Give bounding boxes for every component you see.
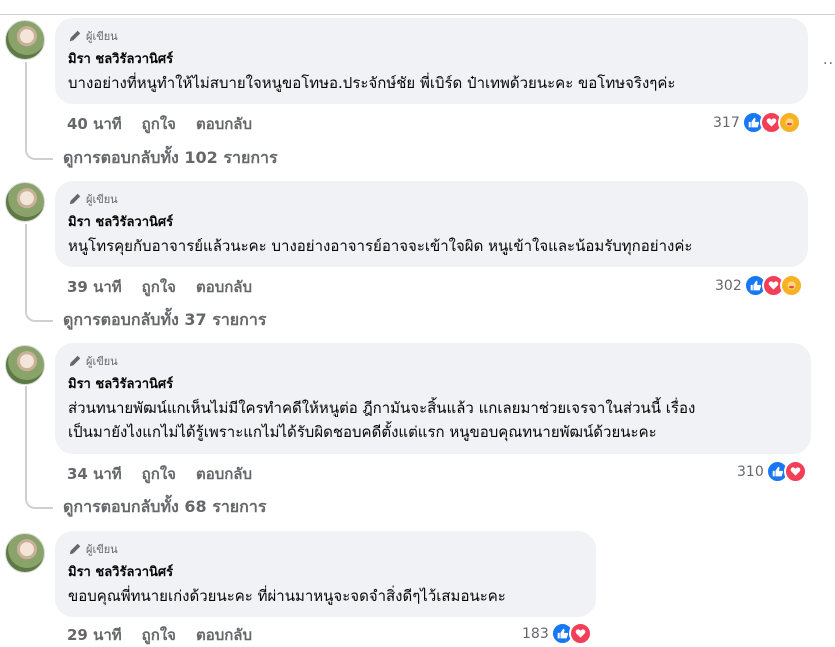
comment-text: ขอบคุณพี่ทนายเก่งด้วยนะคะ ที่ผ่านมาหนูจะ… xyxy=(68,584,506,608)
comment-text: บางอย่างที่หนูทำให้ไม่สบายใจหนูขอโทษอ.ปร… xyxy=(68,71,675,95)
thread-line xyxy=(25,62,27,146)
reaction-summary[interactable]: 302 xyxy=(715,274,803,297)
reaction-count: 302 xyxy=(715,277,742,294)
timestamp[interactable]: 40 นาที xyxy=(67,112,122,136)
author-badge-label: ผู้เขียน xyxy=(86,193,118,206)
timestamp[interactable]: 29 นาที xyxy=(67,623,122,647)
comment-line: ขอบคุณพี่ทนายเก่งด้วยนะคะ ที่ผ่านมาหนูจะ… xyxy=(68,587,506,605)
avatar[interactable] xyxy=(5,533,45,573)
avatar[interactable] xyxy=(5,20,45,60)
author-badge-label: ผู้เขียน xyxy=(86,543,118,556)
more-options-icon[interactable]: ... xyxy=(823,52,835,68)
comment-bubble: ผู้เขียน มิรา ชลวิรัลวานิศร์ ขอบคุณพี่ทน… xyxy=(55,531,596,617)
avatar[interactable] xyxy=(5,345,45,385)
comment-bubble: ผู้เขียน มิรา ชลวิรัลวานิศร์ ส่วนทนายพัฒ… xyxy=(55,343,811,454)
comment-text: ส่วนทนายพัฒน์แกเห็นไม่มีใครทำคดีให้หนูต่… xyxy=(68,396,695,444)
view-replies-link[interactable]: ดูการตอบกลับทั้ง 37 รายการ xyxy=(63,308,266,333)
timestamp[interactable]: 34 นาที xyxy=(67,462,122,486)
thread-elbow xyxy=(25,308,53,322)
author-name[interactable]: มิรา ชลวิรัลวานิศร์ xyxy=(68,373,173,394)
reply-button[interactable]: ตอบกลับ xyxy=(196,623,252,647)
timestamp[interactable]: 39 นาที xyxy=(67,275,122,299)
like-button[interactable]: ถูกใจ xyxy=(142,275,176,299)
comment-line: เป็นมายังไงแกไม่ได้รู้เพราะแกไม่ได้รับผิ… xyxy=(68,423,657,441)
like-button[interactable]: ถูกใจ xyxy=(142,462,176,486)
author-name[interactable]: มิรา ชลวิรัลวานิศร์ xyxy=(68,561,173,582)
pencil-icon xyxy=(69,543,81,555)
like-button[interactable]: ถูกใจ xyxy=(142,112,176,136)
avatar[interactable] xyxy=(5,182,45,222)
view-replies-link[interactable]: ดูการตอบกลับทั้ง 102 รายการ xyxy=(63,146,278,171)
pencil-icon xyxy=(69,30,81,42)
comment-line: บางอย่างที่หนูทำให้ไม่สบายใจหนูขอโทษอ.ปร… xyxy=(68,74,676,92)
reaction-summary[interactable]: 317 xyxy=(713,111,801,134)
comment-line: หนูโทรคุยกับอาจารย์แล้วนะคะ บางอย่างอาจา… xyxy=(68,237,693,255)
author-badge: ผู้เขียน xyxy=(68,540,118,558)
author-badge: ผู้เขียน xyxy=(68,190,118,208)
comment-text: หนูโทรคุยกับอาจารย์แล้วนะคะ บางอย่างอาจา… xyxy=(68,234,692,258)
pencil-icon xyxy=(69,355,81,367)
comment-line: ส่วนทนายพัฒน์แกเห็นไม่มีใครทำคดีให้หนูต่… xyxy=(68,399,696,417)
pencil-icon xyxy=(69,193,81,205)
like-button[interactable]: ถูกใจ xyxy=(142,623,176,647)
thread-line xyxy=(25,224,27,308)
author-name[interactable]: มิรา ชลวิรัลวานิศร์ xyxy=(68,48,173,69)
comment-bubble: ผู้เขียน มิรา ชลวิรัลวานิศร์ บางอย่างที่… xyxy=(55,18,808,104)
care-reaction-icon xyxy=(779,274,803,297)
comment-actions: 34 นาที ถูกใจ ตอบกลับ xyxy=(67,462,252,486)
comment-actions: 29 นาที ถูกใจ ตอบกลับ xyxy=(67,623,252,647)
love-reaction-icon xyxy=(783,460,807,483)
care-reaction-icon xyxy=(777,111,801,134)
reply-button[interactable]: ตอบกลับ xyxy=(196,112,252,136)
view-replies-link[interactable]: ดูการตอบกลับทั้ง 68 รายการ xyxy=(63,495,266,520)
author-badge-label: ผู้เขียน xyxy=(86,30,118,43)
comment-actions: 40 นาที ถูกใจ ตอบกลับ xyxy=(67,112,252,136)
reply-button[interactable]: ตอบกลับ xyxy=(196,462,252,486)
reaction-count: 317 xyxy=(713,114,740,131)
comment-actions: 39 นาที ถูกใจ ตอบกลับ xyxy=(67,275,252,299)
reaction-count: 310 xyxy=(737,463,764,480)
reaction-summary[interactable]: 310 xyxy=(737,460,807,483)
top-divider xyxy=(0,14,835,15)
reply-button[interactable]: ตอบกลับ xyxy=(196,275,252,299)
thread-line xyxy=(25,386,27,496)
comment-bubble: ผู้เขียน มิรา ชลวิรัลวานิศร์ หนูโทรคุยกั… xyxy=(55,181,808,267)
thread-elbow xyxy=(25,495,53,509)
author-badge: ผู้เขียน xyxy=(68,352,118,370)
reaction-summary[interactable]: 183 xyxy=(522,622,592,645)
love-reaction-icon xyxy=(568,622,592,645)
author-name[interactable]: มิรา ชลวิรัลวานิศร์ xyxy=(68,211,173,232)
author-badge-label: ผู้เขียน xyxy=(86,355,118,368)
author-badge: ผู้เขียน xyxy=(68,27,118,45)
reaction-count: 183 xyxy=(522,625,549,642)
thread-elbow xyxy=(25,146,53,160)
